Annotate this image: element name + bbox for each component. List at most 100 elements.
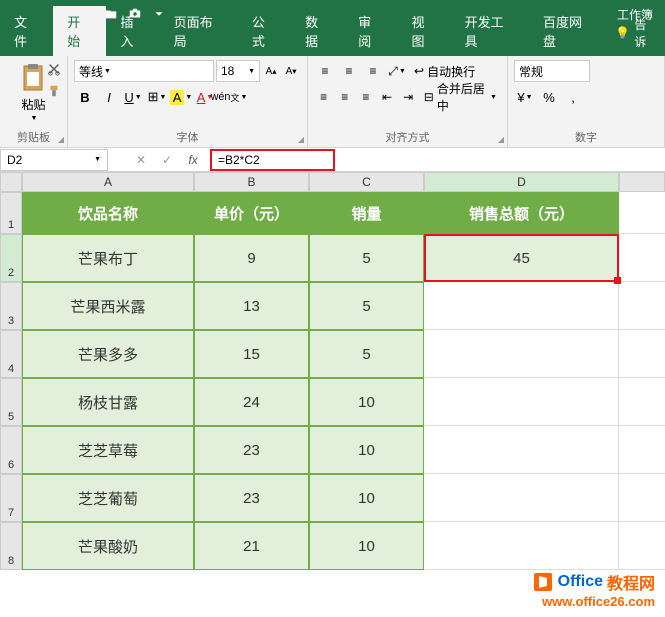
row-header-5[interactable]: 5 [0, 378, 22, 426]
cell-c7[interactable]: 10 [309, 474, 424, 522]
col-header-rest[interactable] [619, 172, 665, 192]
tab-developer[interactable]: 开发工具 [451, 6, 529, 56]
underline-button[interactable]: U▼ [122, 86, 144, 108]
cell-rest[interactable] [619, 282, 665, 330]
fill-color-button[interactable]: A▼ [170, 86, 192, 108]
merge-button[interactable]: ⊟合并后居中▼ [420, 86, 501, 108]
cell-c5[interactable]: 10 [309, 378, 424, 426]
col-header-c[interactable]: C [309, 172, 424, 192]
cell-d6[interactable] [424, 426, 619, 474]
phonetic-button[interactable]: wén文▼ [218, 86, 240, 108]
wrap-text-button[interactable]: ↩自动换行 [410, 60, 479, 82]
cell-rest[interactable] [619, 426, 665, 474]
cell-a8[interactable]: 芒果酸奶 [22, 522, 194, 570]
cell-rest[interactable] [619, 378, 665, 426]
cell-d4[interactable] [424, 330, 619, 378]
header-price[interactable]: 单价（元） [194, 192, 309, 234]
cell-b8[interactable]: 21 [194, 522, 309, 570]
orientation-icon[interactable]: ⤢▼ [386, 60, 408, 82]
cell-rest[interactable] [619, 522, 665, 570]
tab-insert[interactable]: 插入 [106, 6, 159, 56]
col-header-a[interactable]: A [22, 172, 194, 192]
cell-c6[interactable]: 10 [309, 426, 424, 474]
cell-d5[interactable] [424, 378, 619, 426]
select-all-corner[interactable] [0, 172, 22, 192]
decrease-indent-icon[interactable]: ⇤ [377, 86, 396, 108]
col-header-b[interactable]: B [194, 172, 309, 192]
cell-b6[interactable]: 23 [194, 426, 309, 474]
cell-rest[interactable] [619, 474, 665, 522]
cell-c2[interactable]: 5 [309, 234, 424, 282]
cell-rest[interactable] [619, 234, 665, 282]
cut-icon[interactable] [47, 62, 61, 79]
cell-a4[interactable]: 芒果多多 [22, 330, 194, 378]
format-painter-icon[interactable] [47, 84, 61, 101]
tab-formulas[interactable]: 公式 [238, 6, 291, 56]
enter-icon[interactable]: ✓ [154, 149, 180, 171]
fill-handle[interactable] [614, 277, 621, 284]
cell-b7[interactable]: 23 [194, 474, 309, 522]
number-format-dropdown[interactable]: 常规 [514, 60, 590, 82]
cell-d8[interactable] [424, 522, 619, 570]
tab-baidu[interactable]: 百度网盘 [529, 6, 607, 56]
name-box[interactable]: D2▼ [0, 149, 108, 171]
tab-data[interactable]: 数据 [291, 6, 344, 56]
decrease-font-icon[interactable]: A▾ [282, 61, 300, 81]
cell-rest[interactable] [619, 192, 665, 234]
cell-b5[interactable]: 24 [194, 378, 309, 426]
align-right-icon[interactable]: ≡ [356, 86, 375, 108]
tell-me[interactable]: 💡 告诉 [607, 10, 665, 56]
formula-input[interactable]: =B2*C2 [210, 149, 335, 171]
align-top-icon[interactable]: ≡ [314, 60, 336, 82]
font-name-dropdown[interactable]: 等线▼ [74, 60, 214, 82]
col-header-d[interactable]: D [424, 172, 619, 192]
header-total[interactable]: 销售总额（元） [424, 192, 619, 234]
row-header-4[interactable]: 4 [0, 330, 22, 378]
border-button[interactable]: ⊞▼ [146, 86, 168, 108]
cell-d2-selected[interactable]: 45 [424, 234, 619, 282]
tab-home[interactable]: 开始 [53, 6, 106, 56]
fx-icon[interactable]: fx [180, 149, 206, 171]
cell-d3[interactable] [424, 282, 619, 330]
row-header-2[interactable]: 2 [0, 234, 22, 282]
dialog-launcher-icon[interactable]: ◢ [498, 135, 504, 144]
cell-rest[interactable] [619, 330, 665, 378]
row-header-1[interactable]: 1 [0, 192, 22, 234]
cell-b3[interactable]: 13 [194, 282, 309, 330]
italic-button[interactable]: I [98, 86, 120, 108]
tab-page-layout[interactable]: 页面布局 [160, 6, 238, 56]
increase-indent-icon[interactable]: ⇥ [399, 86, 418, 108]
bold-button[interactable]: B [74, 86, 96, 108]
increase-font-icon[interactable]: A▴ [262, 61, 280, 81]
percent-icon[interactable]: % [538, 86, 560, 108]
comma-icon[interactable]: , [562, 86, 584, 108]
cell-d7[interactable] [424, 474, 619, 522]
currency-icon[interactable]: ¥▼ [514, 86, 536, 108]
row-header-6[interactable]: 6 [0, 426, 22, 474]
tab-file[interactable]: 文件 [0, 6, 53, 56]
row-header-8[interactable]: 8 [0, 522, 22, 570]
cell-a2[interactable]: 芒果布丁 [22, 234, 194, 282]
tab-view[interactable]: 视图 [397, 6, 450, 56]
header-qty[interactable]: 销量 [309, 192, 424, 234]
header-name[interactable]: 饮品名称 [22, 192, 194, 234]
cell-a6[interactable]: 芝芝草莓 [22, 426, 194, 474]
row-header-3[interactable]: 3 [0, 282, 22, 330]
align-center-icon[interactable]: ≡ [335, 86, 354, 108]
cell-c4[interactable]: 5 [309, 330, 424, 378]
cell-a3[interactable]: 芒果西米露 [22, 282, 194, 330]
tab-review[interactable]: 审阅 [344, 6, 397, 56]
cell-c3[interactable]: 5 [309, 282, 424, 330]
cancel-icon[interactable]: ✕ [128, 149, 154, 171]
cell-c8[interactable]: 10 [309, 522, 424, 570]
align-bottom-icon[interactable]: ≡ [362, 60, 384, 82]
cell-b2[interactable]: 9 [194, 234, 309, 282]
cell-b4[interactable]: 15 [194, 330, 309, 378]
font-size-dropdown[interactable]: 18▼ [216, 60, 260, 82]
dialog-launcher-icon[interactable]: ◢ [298, 135, 304, 144]
dialog-launcher-icon[interactable]: ◢ [58, 135, 64, 144]
cell-a7[interactable]: 芝芝葡萄 [22, 474, 194, 522]
cell-a5[interactable]: 杨枝甘露 [22, 378, 194, 426]
align-left-icon[interactable]: ≡ [314, 86, 333, 108]
row-header-7[interactable]: 7 [0, 474, 22, 522]
